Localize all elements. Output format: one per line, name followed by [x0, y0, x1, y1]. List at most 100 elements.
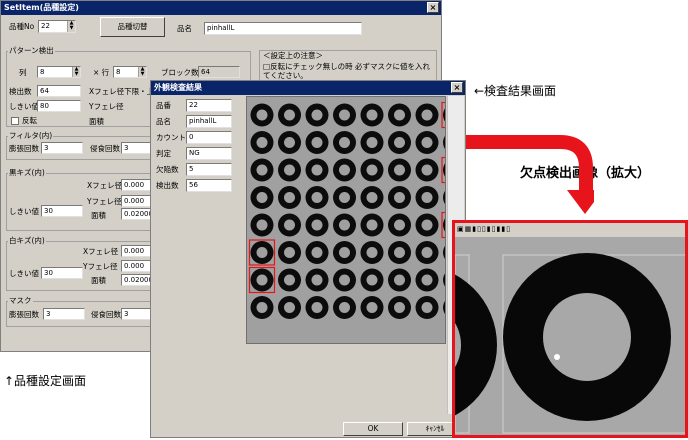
- ring-hole: [421, 274, 433, 286]
- filter-group-label: フィルタ(内): [8, 131, 54, 141]
- name-input[interactable]: pinhallL: [204, 22, 362, 35]
- ring-hole: [394, 274, 405, 286]
- col-spin[interactable]: ▲ ▼: [72, 67, 80, 77]
- ring-part: [443, 273, 445, 287]
- ring-hole: [421, 109, 433, 121]
- mask-group-label: マスク: [8, 296, 33, 306]
- result-field-label: 欠陥数: [156, 165, 179, 174]
- zoom-toolbar: ▣▦▮▯▯▮▯▮▮▯: [455, 223, 685, 238]
- switch-hinshu-button[interactable]: 品種切替: [100, 17, 165, 37]
- mask-erode-label: 侵食回数: [91, 310, 121, 319]
- settings-screen-annotation: ↑品種設定画面: [4, 374, 87, 388]
- ring-hole: [284, 302, 295, 313]
- ring-hole: [394, 219, 405, 231]
- white-thr-label: しきい値: [9, 269, 39, 278]
- ring-hole: [284, 247, 295, 258]
- ring-hole: [311, 137, 323, 148]
- ring-hole: [366, 302, 378, 313]
- result-field-value: NG: [186, 147, 232, 160]
- toolbar-tool-icons[interactable]: ▣▦▮▯▯▮▯▮▮▯: [457, 225, 511, 233]
- inspection-image-panel: [246, 96, 446, 344]
- ring-hole: [284, 192, 295, 203]
- ring-hole: [311, 302, 323, 313]
- black-thr-input[interactable]: 30: [41, 205, 83, 217]
- black-group-label: 黒キズ(内): [8, 168, 46, 178]
- result-field-value: 0: [186, 131, 232, 144]
- notes-text: □反転にチェック無しの時 必ずマスクに値を入れてください。: [263, 62, 430, 80]
- black-area-label: 面積: [91, 211, 106, 220]
- ok-button[interactable]: OK: [343, 422, 403, 436]
- ring-hole: [256, 109, 268, 121]
- pattern-group-label: パターン検出: [8, 46, 55, 56]
- notes-title: ＜設定上の注意＞: [263, 51, 323, 60]
- hinshu-spin[interactable]: ▲ ▼: [67, 21, 75, 32]
- result-field-value: pinhallL: [186, 115, 232, 128]
- zoom-image-frame: ▣▦▮▯▯▮▯▮▮▯: [452, 220, 688, 438]
- invert-checkbox[interactable]: [11, 117, 19, 125]
- ring-hole: [394, 164, 405, 176]
- threshold-label: しきい値: [9, 102, 39, 111]
- block-label: ブロック数: [161, 68, 199, 77]
- area-label: 面積: [89, 117, 104, 126]
- ring-hole: [311, 164, 323, 176]
- white-area-label: 面積: [91, 276, 106, 285]
- threshold-input[interactable]: 80: [37, 100, 81, 112]
- ring-part: [443, 136, 445, 149]
- result-close-button[interactable]: ×: [451, 82, 463, 93]
- result-field-value: 22: [186, 99, 232, 112]
- ring-part: [443, 301, 445, 314]
- ring-hole: [421, 164, 433, 176]
- ring-hole: [284, 164, 295, 176]
- settem-close-button[interactable]: ×: [427, 2, 439, 13]
- result-field-label: 品番: [156, 101, 171, 110]
- ring-hole: [256, 302, 268, 313]
- zoom-image: [455, 237, 685, 435]
- defect-spot: [554, 354, 560, 360]
- result-screen-annotation: ←検査結果画面: [474, 84, 557, 98]
- ring-hole: [339, 164, 350, 176]
- result-titlebar[interactable]: 外観検査結果 ×: [151, 81, 465, 95]
- ring-hole: [256, 164, 268, 176]
- ring-hole: [256, 192, 268, 203]
- ring-hole: [394, 109, 405, 121]
- ring-part: [443, 191, 445, 204]
- ring-part: [443, 108, 445, 122]
- ring-hole: [284, 109, 295, 121]
- ring-hole: [421, 137, 433, 148]
- white-thr-input[interactable]: 30: [41, 267, 83, 279]
- ring-part: [443, 246, 445, 259]
- ring-hole: [339, 274, 350, 286]
- expand-input[interactable]: 3: [41, 142, 83, 154]
- black-xfere-label: Xフェレ径: [87, 181, 123, 190]
- row-label: × 行: [93, 68, 110, 77]
- white-group-label: 白キズ(内): [8, 236, 46, 246]
- ring-hole: [366, 247, 378, 258]
- result-field-value: 56: [186, 179, 232, 192]
- row-spin[interactable]: ▲ ▼: [138, 67, 146, 77]
- black-thr-label: しきい値: [9, 207, 39, 216]
- ring-hole: [421, 219, 433, 231]
- hinshu-label: 品種No: [9, 22, 35, 31]
- mask-expand-input[interactable]: 3: [43, 308, 85, 320]
- result-field-label: 品名: [156, 117, 171, 126]
- ring-hole: [394, 247, 405, 258]
- ring-hole: [311, 192, 323, 203]
- white-xfere-label: Xフェレ径: [83, 247, 119, 256]
- ring-hole: [339, 219, 350, 231]
- ring-hole: [311, 247, 323, 258]
- ring-part: [443, 163, 445, 177]
- red-arrow-icon: [466, 135, 594, 214]
- result-title: 外観検査結果: [154, 83, 202, 92]
- ring-hole: [339, 137, 350, 148]
- ring-hole: [256, 219, 268, 231]
- ring-hole: [394, 302, 405, 313]
- erode-input[interactable]: 3: [121, 142, 153, 154]
- ring-hole: [421, 192, 433, 203]
- ring-hole: [311, 219, 323, 231]
- mask-expand-label: 膨張回数: [9, 310, 39, 319]
- settem-titlebar[interactable]: SetItem(品種設定) ×: [1, 1, 441, 15]
- ring-hole: [366, 192, 378, 203]
- ring-hole: [394, 192, 405, 203]
- ring-hole: [339, 302, 350, 313]
- ring-hole: [339, 192, 350, 203]
